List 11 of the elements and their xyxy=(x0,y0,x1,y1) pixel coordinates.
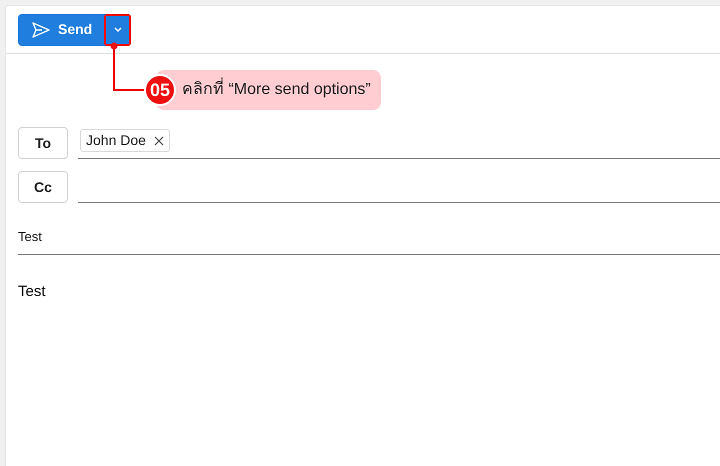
recipient-field[interactable]: John Doe xyxy=(78,127,720,159)
message-body[interactable]: Test xyxy=(18,281,720,304)
chevron-down-icon xyxy=(112,26,123,32)
close-icon[interactable] xyxy=(154,136,164,146)
send-icon xyxy=(32,22,50,38)
step-badge: 05 xyxy=(144,74,176,106)
recipient-name: John Doe xyxy=(86,131,146,150)
recipient-label-button[interactable]: To xyxy=(18,127,68,159)
recipient-label-button[interactable]: Cc xyxy=(18,171,68,203)
subject-field[interactable]: Test xyxy=(18,219,720,255)
recipient-chip[interactable]: John Doe xyxy=(80,129,170,152)
